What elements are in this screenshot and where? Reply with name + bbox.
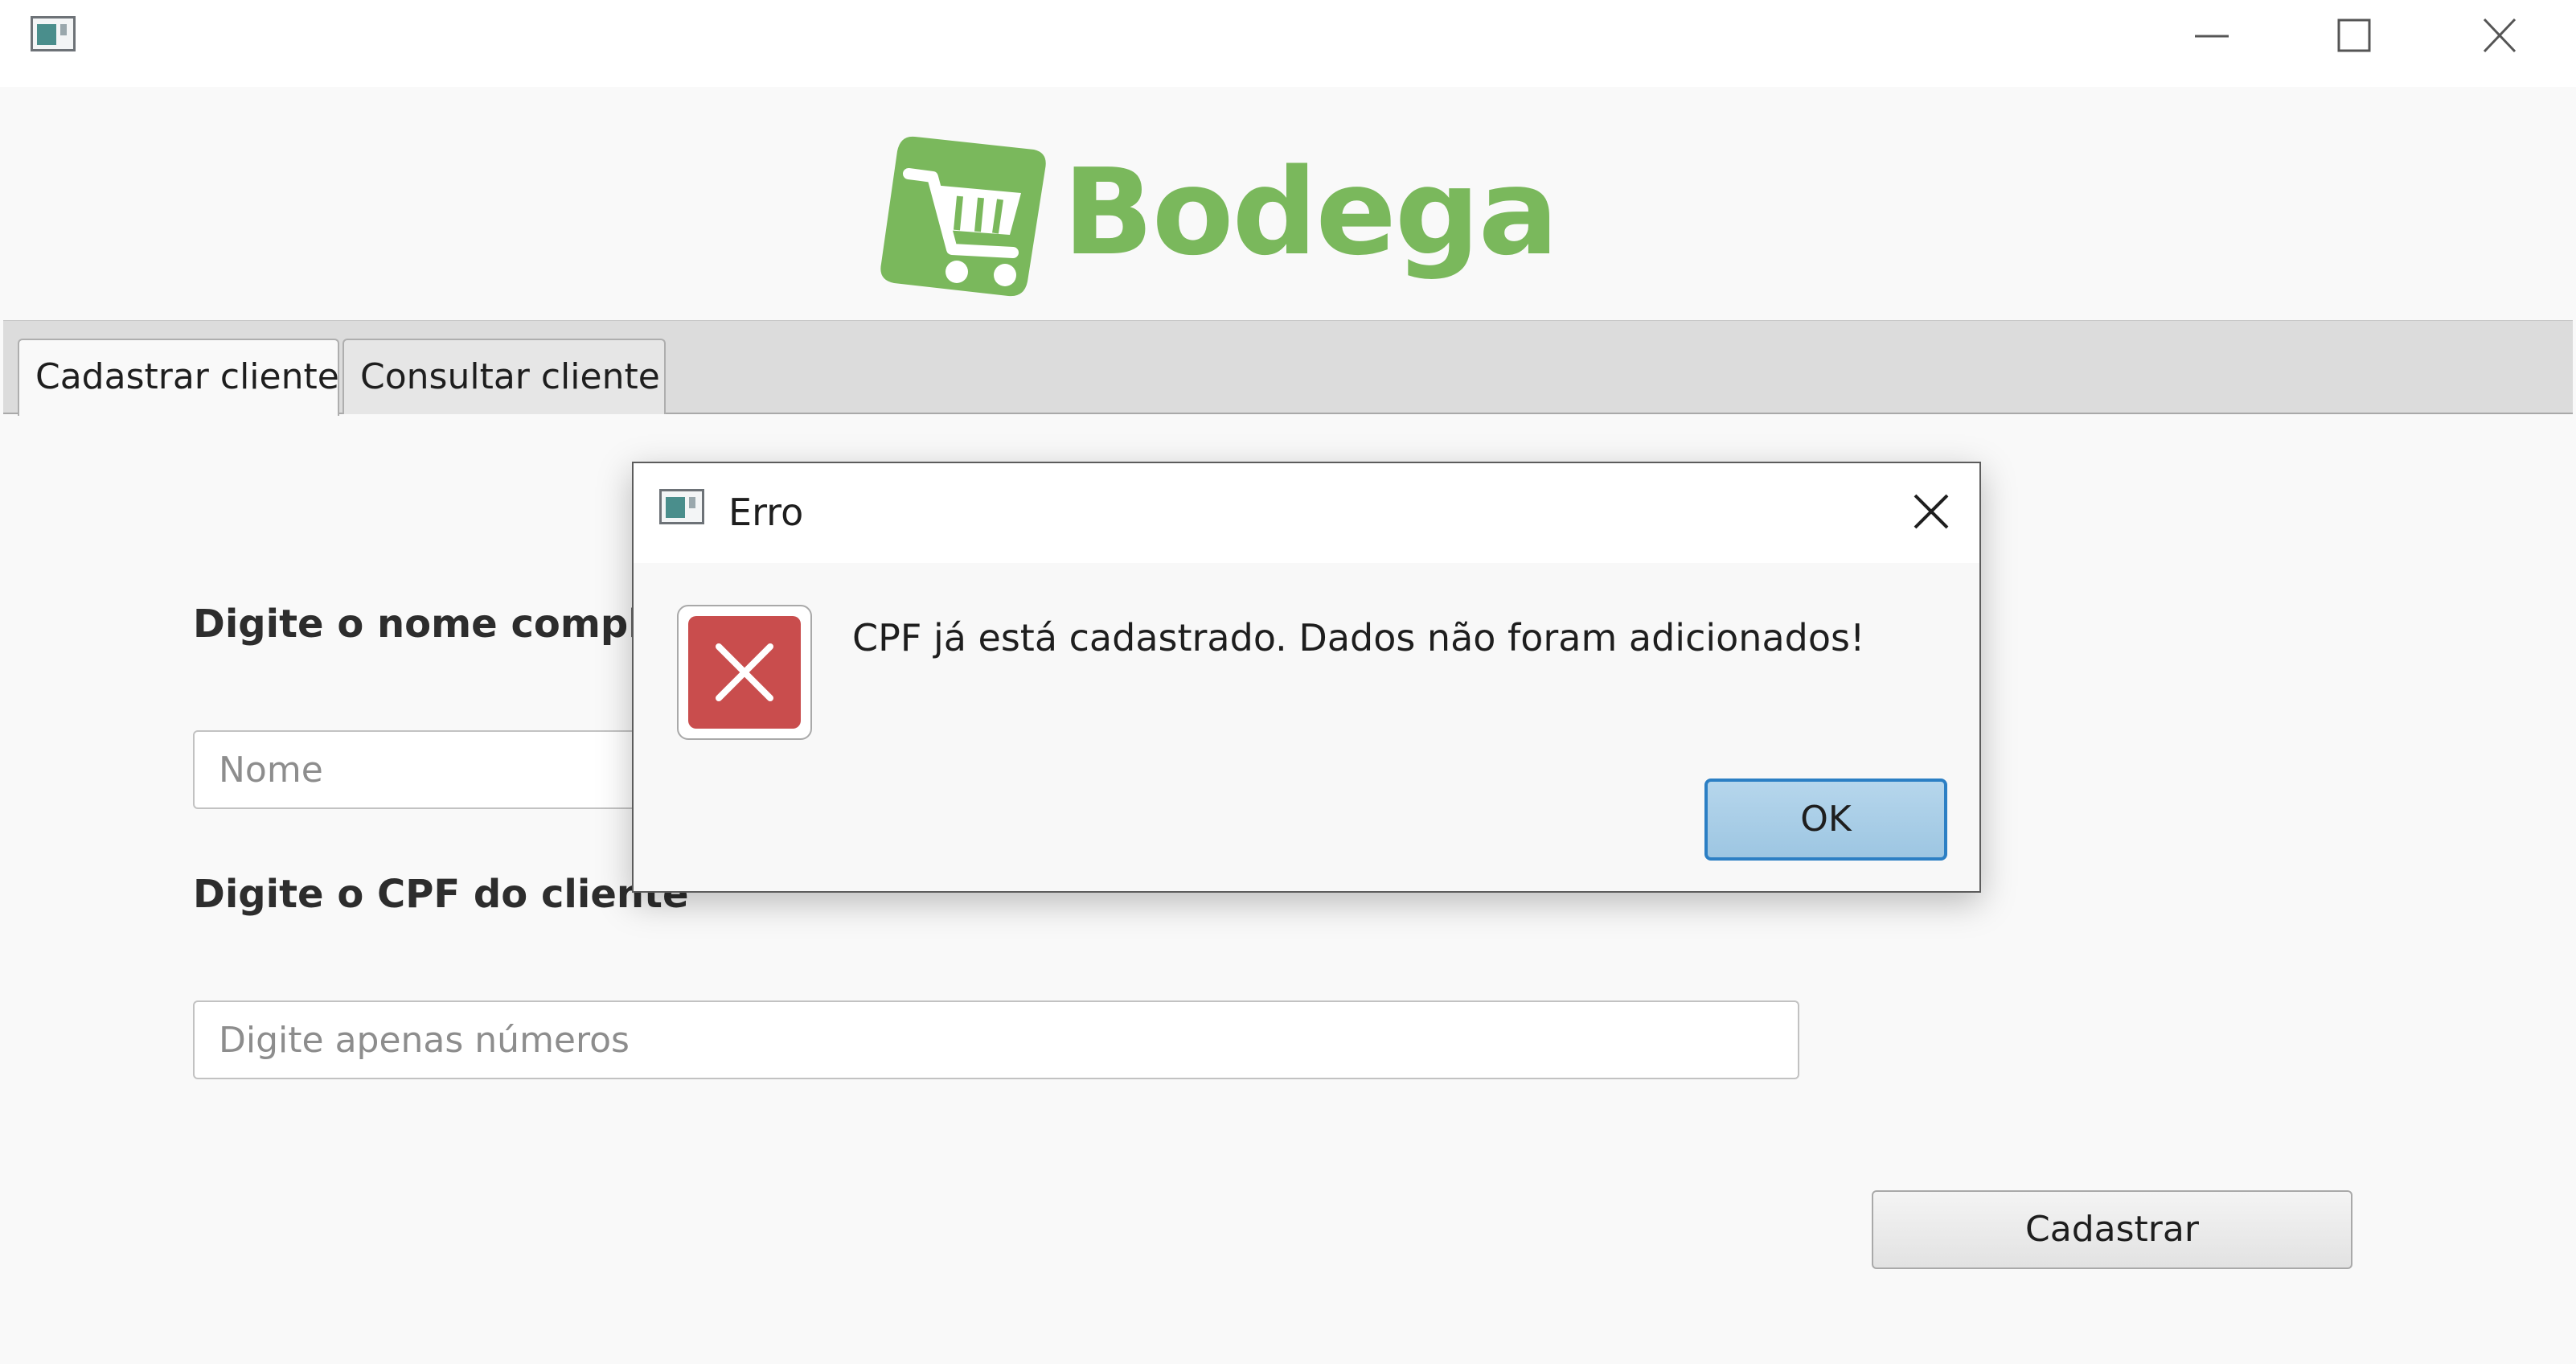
window-titlebar	[0, 0, 2576, 87]
dialog-message: CPF já está cadastrado. Dados não foram …	[852, 616, 1865, 659]
dialog-close-icon[interactable]	[1907, 487, 1955, 536]
cadastrar-button[interactable]: Cadastrar	[1872, 1190, 2352, 1269]
close-icon[interactable]	[2471, 16, 2528, 56]
tab-consultar-cliente[interactable]: Consultar cliente	[343, 339, 666, 414]
dialog-title: Erro	[728, 491, 804, 534]
minimize-icon[interactable]	[2184, 16, 2240, 56]
tab-strip: Cadastrar cliente Consultar cliente	[3, 320, 2573, 416]
logo-text: Bodega	[1063, 143, 1559, 281]
ok-button[interactable]: OK	[1704, 779, 1947, 861]
cpf-input[interactable]	[193, 1000, 1799, 1079]
error-icon-frame	[677, 605, 812, 740]
tab-cadastrar-cliente[interactable]: Cadastrar cliente	[18, 339, 339, 416]
app-window: Bodega Cadastrar cliente Consultar clien…	[0, 0, 2576, 1364]
app-icon	[31, 16, 76, 51]
bodega-logo: Bodega	[876, 132, 1559, 309]
error-dialog: Erro CPF já está cadastrado. Dados não f…	[632, 462, 1981, 893]
cpf-label: Digite o CPF do cliente	[193, 872, 689, 917]
error-icon	[688, 616, 801, 729]
maximize-icon[interactable]	[2325, 16, 2381, 56]
shopping-cart-icon	[880, 136, 1046, 297]
dialog-app-icon	[659, 489, 704, 524]
dialog-titlebar: Erro	[634, 463, 1979, 563]
